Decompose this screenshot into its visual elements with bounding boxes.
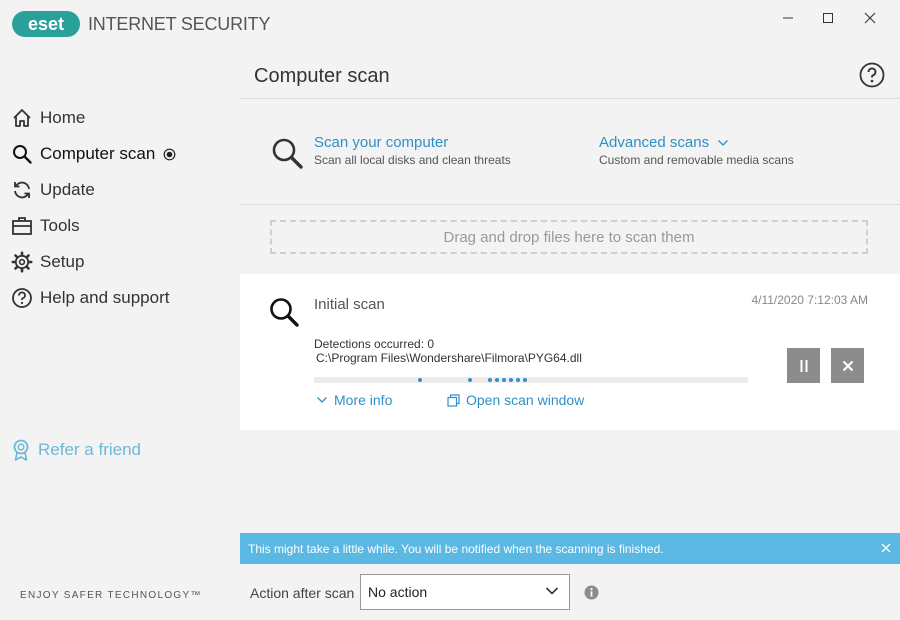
home-icon — [10, 106, 34, 130]
progress-dot — [468, 378, 472, 382]
main-panel: Computer scan Scan your computer Scan al… — [240, 48, 900, 620]
stop-button[interactable] — [831, 348, 864, 383]
maximize-icon — [823, 13, 833, 23]
toolbox-icon — [10, 214, 34, 238]
pause-icon — [800, 359, 807, 372]
chevron-down-icon — [317, 397, 327, 403]
help-button-icon[interactable] — [859, 62, 885, 88]
sidebar-item-label: Update — [40, 180, 95, 199]
sidebar-item-label: Tools — [40, 216, 80, 235]
advanced-scans-subtitle: Custom and removable media scans — [599, 153, 794, 167]
sidebar-item-label: Computer scan — [40, 144, 156, 163]
scan-timestamp: 4/11/2020 7:12:03 AM — [751, 293, 868, 307]
info-icon[interactable] — [584, 585, 599, 600]
action-after-scan-label: Action after scan — [250, 585, 355, 601]
eset-logo: eset — [12, 11, 80, 37]
action-after-scan-select[interactable]: No action — [360, 574, 570, 610]
scan-your-computer-title: Scan your computer — [314, 134, 449, 151]
info-message: This might take a little while. You will… — [248, 542, 664, 556]
sidebar-item-home[interactable]: Home — [10, 104, 85, 132]
refer-label: Refer a friend — [38, 440, 141, 459]
search-icon — [270, 298, 299, 327]
sidebar-item-label: Help and support — [40, 288, 170, 307]
refer-a-friend-link[interactable]: Refer a friend — [10, 438, 141, 462]
scan-progress-card: Initial scan 4/11/2020 7:12:03 AM Detect… — [240, 274, 900, 430]
close-icon — [842, 360, 853, 371]
close-icon — [864, 12, 876, 24]
progress-dot — [418, 378, 422, 382]
chevron-down-icon — [545, 587, 559, 595]
progress-dot — [488, 378, 492, 382]
sidebar-item-tools[interactable]: Tools — [10, 212, 80, 240]
sidebar-item-help[interactable]: Help and support — [10, 284, 169, 312]
progress-dot — [516, 378, 520, 382]
progress-dot — [495, 378, 499, 382]
drag-drop-zone[interactable]: Drag and drop files here to scan them — [270, 220, 868, 254]
scan-your-computer-option[interactable]: Scan your computer Scan all local disks … — [270, 134, 511, 172]
chevron-down-icon — [718, 140, 729, 146]
close-icon[interactable] — [878, 540, 894, 556]
window-icon — [447, 393, 460, 407]
page-title: Computer scan — [254, 65, 390, 87]
divider — [240, 204, 900, 205]
detections-count: Detections occurred: 0 — [314, 337, 435, 351]
more-info-link[interactable]: More info — [316, 392, 392, 408]
search-icon — [272, 138, 303, 169]
close-button[interactable] — [850, 6, 890, 30]
current-file-path: C:\Program Files\Wondershare\Filmora\PYG… — [316, 351, 582, 365]
title-bar: eset INTERNET SECURITY — [0, 0, 900, 48]
progress-dot — [523, 378, 527, 382]
progress-dot — [509, 378, 513, 382]
sidebar-item-label: Setup — [40, 252, 85, 271]
gear-icon — [10, 250, 34, 274]
maximize-button[interactable] — [808, 6, 848, 30]
refresh-icon — [10, 178, 34, 202]
tagline: ENJOY SAFER TECHNOLOGY™ — [20, 590, 202, 601]
advanced-scans-title: Advanced scans — [599, 134, 794, 151]
help-icon — [10, 286, 34, 310]
advanced-scans-option[interactable]: Advanced scans Custom and removable medi… — [599, 134, 794, 167]
svg-text:eset: eset — [28, 14, 64, 34]
sidebar-item-update[interactable]: Update — [10, 176, 95, 204]
minimize-icon — [783, 17, 793, 19]
search-icon — [10, 142, 34, 166]
minimize-button[interactable] — [768, 6, 808, 30]
active-indicator-icon — [163, 148, 176, 160]
action-select-value: No action — [368, 584, 428, 600]
open-scan-window-link[interactable]: Open scan window — [447, 392, 584, 408]
scan-progress-bar — [314, 377, 748, 383]
sidebar-item-computer-scan[interactable]: Computer scan — [10, 140, 176, 168]
pause-button[interactable] — [787, 348, 820, 383]
scan-name: Initial scan — [314, 296, 385, 313]
sidebar-item-setup[interactable]: Setup — [10, 248, 84, 276]
info-notification-bar: This might take a little while. You will… — [240, 533, 900, 564]
progress-dot — [502, 378, 506, 382]
sidebar: Home Computer scan Update Tools Setup He… — [0, 48, 240, 620]
product-name: INTERNET SECURITY — [88, 14, 271, 34]
sidebar-item-label: Home — [40, 108, 86, 127]
scan-your-computer-subtitle: Scan all local disks and clean threats — [314, 153, 511, 167]
divider — [240, 98, 900, 99]
badge-icon — [13, 439, 29, 461]
